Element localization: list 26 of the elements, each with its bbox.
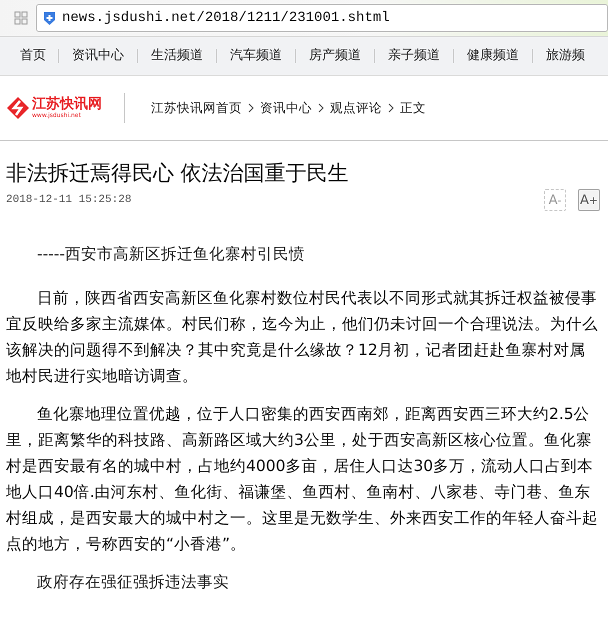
breadcrumb-link[interactable]: 江苏快讯网首页	[151, 100, 242, 116]
breadcrumb-link[interactable]: 正文	[400, 100, 426, 116]
nav-link[interactable]: 汽车频道	[217, 49, 296, 63]
publish-date: 2018-12-11 15:25:28	[6, 194, 132, 206]
nav-link[interactable]: 资讯中心	[59, 49, 138, 63]
grid-icon[interactable]	[14, 11, 28, 25]
nav-link[interactable]: 健康频道	[454, 49, 533, 63]
breadcrumb-link[interactable]: 资讯中心	[260, 100, 312, 116]
shield-icon	[43, 10, 56, 26]
nav-link[interactable]: 生活频道	[138, 49, 217, 63]
logo-text: 江苏快讯网	[32, 97, 102, 112]
logo-icon	[6, 96, 30, 120]
chevron-icon	[248, 103, 254, 113]
nav-link[interactable]: 亲子频道	[375, 49, 454, 63]
subtitle-text: 政府存在强征强拆违法事实	[36, 572, 230, 593]
chevron-icon	[318, 103, 324, 113]
paragraph: 日前，陕西省西安高新区鱼化寨村数位村民代表以不同形式就其拆迁权益被侵事宜反映给多家主流媒体。村民们称，迄今为止，他们仍未讨回一个合理说法。为什么该解决的问题得不到解决？其中究竟是什么缘故？12月初，记者团赶赴鱼寨村对属地村民进行实地暗访调查。	[6, 288, 599, 387]
subtitle-text: -----西安市高新区拆迁鱼化寨村引民愤	[36, 244, 306, 265]
nav-link[interactable]: 房产频道	[296, 49, 375, 63]
nav-link[interactable]: 旅游频	[533, 49, 598, 63]
article-title: 非法拆迁焉得民心 依法治国重于民生	[6, 160, 350, 187]
address-field[interactable]: news.jsdushi.net/2018/1211/231001.shtml	[36, 4, 608, 32]
nav-link[interactable]: 首页	[4, 49, 59, 63]
paragraph: 鱼化寨地理位置优越，位于人口密集的西安西南郊，距离西安西三环大约2.5公里，距离繁华的科技路、高新路区域大约3公里，处于西安高新区核心位置。鱼化寨村是西安最有名的城中村，占地约4000多亩，居住人口达30多万，流动人口占到本地人口40倍.由河东村、鱼化街、福谦堡、鱼西村、鱼南村、八家巷、寺门巷、鱼东村组成，是西安最大的城中村之一。这里是无数学生、外来西安工作的年轻人奋斗起点的地方，号称西安的“小香港”。	[6, 404, 599, 555]
breadcrumb-link[interactable]: 观点评论	[330, 100, 382, 116]
chevron-icon	[388, 103, 394, 113]
